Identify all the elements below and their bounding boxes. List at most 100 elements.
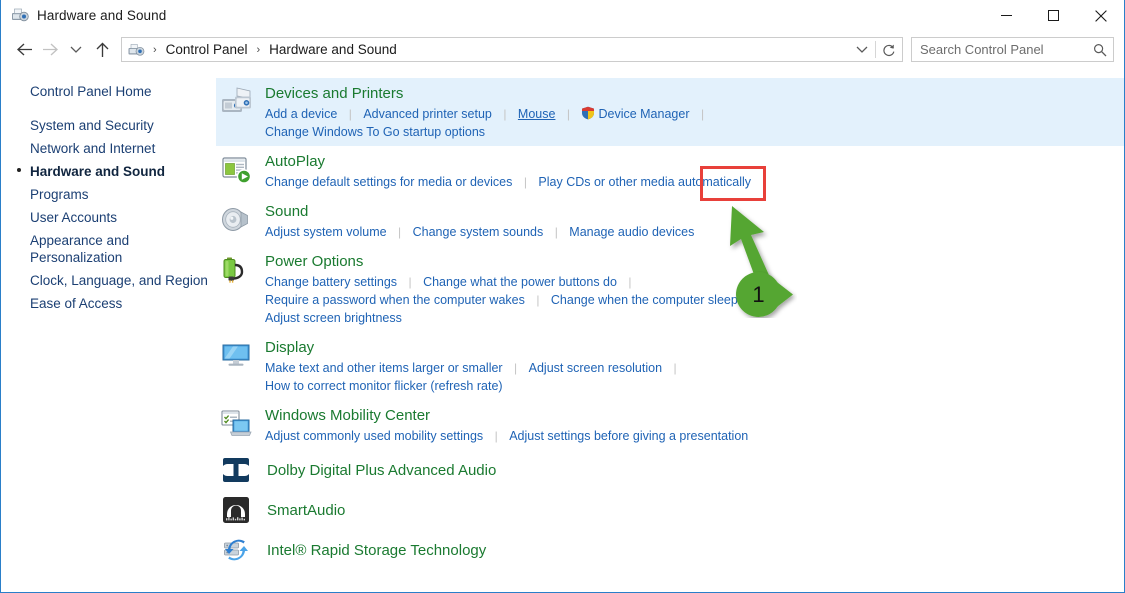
link-separator: | [621, 273, 638, 291]
category-links-row: Change battery settings | Change what th… [265, 273, 1124, 291]
smartaudio-headphones-icon [222, 496, 250, 524]
link-change-default-settings-for-media-or-devices[interactable]: Change default settings for media or dev… [265, 175, 512, 189]
window-icon [11, 6, 29, 24]
address-bar[interactable]: › Control Panel › Hardware and Sound [121, 37, 903, 62]
forward-button[interactable] [37, 37, 63, 63]
sidebar-item-user-accounts[interactable]: User Accounts [1, 206, 216, 229]
breadcrumb-item-control-panel[interactable]: Control Panel [164, 42, 250, 57]
link-adjust-system-volume[interactable]: Adjust system volume [265, 225, 387, 239]
link-advanced-printer-setup[interactable]: Advanced printer setup [363, 107, 492, 121]
sidebar-item-system-and-security[interactable]: System and Security [1, 114, 216, 137]
refresh-button[interactable] [876, 38, 902, 61]
link-separator: | [342, 105, 359, 123]
sidebar-item-clock-language-and-region[interactable]: Clock, Language, and Region [1, 269, 216, 292]
uac-shield-icon [581, 106, 595, 120]
category-title[interactable]: Intel® Rapid Storage Technology [267, 541, 486, 560]
link-make-text-and-other-items-larger-or-smaller[interactable]: Make text and other items larger or smal… [265, 361, 503, 375]
minimize-button[interactable] [983, 0, 1030, 31]
dolby-icon [222, 456, 250, 484]
category-title[interactable]: Windows Mobility Center [265, 406, 430, 425]
link-mouse[interactable]: Mouse [518, 107, 556, 121]
category-dolby-digital-plus-advanced-audio[interactable]: Dolby Digital Plus Advanced Audio [216, 450, 1124, 490]
link-change-when-the-computer-sleeps[interactable]: Change when the computer sleeps [551, 293, 744, 307]
link-adjust-settings-before-giving-a-presentation[interactable]: Adjust settings before giving a presenta… [509, 429, 748, 443]
category-links-row: Change default settings for media or dev… [265, 173, 1124, 191]
link-separator: | [391, 223, 408, 241]
category-links-row: Adjust commonly used mobility settings |… [265, 427, 1124, 445]
category-sound[interactable]: Sound Adjust system volume | Change syst… [216, 196, 1124, 246]
search-icon [1087, 43, 1113, 57]
link-add-a-device[interactable]: Add a device [265, 107, 337, 121]
link-change-what-the-power-buttons-do[interactable]: Change what the power buttons do [423, 275, 617, 289]
back-button[interactable] [11, 37, 37, 63]
sidebar-item-ease-of-access[interactable]: Ease of Access [1, 292, 216, 315]
link-adjust-screen-resolution[interactable]: Adjust screen resolution [529, 361, 662, 375]
link-manage-audio-devices[interactable]: Manage audio devices [569, 225, 694, 239]
category-display[interactable]: Display Make text and other items larger… [216, 332, 1124, 400]
link-change-system-sounds[interactable]: Change system sounds [413, 225, 544, 239]
sidebar-item-hardware-and-sound[interactable]: Hardware and Sound [1, 160, 216, 183]
category-power-options[interactable]: Power Options Change battery settings | … [216, 246, 1124, 332]
category-smartaudio[interactable]: SmartAudio [216, 490, 1124, 530]
category-title[interactable]: Dolby Digital Plus Advanced Audio [267, 461, 496, 480]
category-body: Devices and Printers Add a device | Adva… [265, 83, 1124, 141]
search-input[interactable]: Search Control Panel [912, 42, 1087, 57]
close-button[interactable] [1077, 0, 1124, 31]
category-title[interactable]: Sound [265, 202, 308, 221]
control-panel-window: Hardware and Sound [0, 0, 1125, 593]
category-autoplay[interactable]: AutoPlay Change default settings for med… [216, 146, 1124, 196]
category-body: Windows Mobility Center Adjust commonly … [265, 405, 1124, 445]
link-separator: | [560, 105, 577, 123]
category-list: Devices and Printers Add a device | Adva… [216, 68, 1124, 591]
category-intel-rapid-storage-technology[interactable]: Intel® Rapid Storage Technology [216, 530, 1124, 570]
link-separator: | [496, 105, 513, 123]
search-box[interactable]: Search Control Panel [911, 37, 1114, 62]
link-play-cds-or-other-media-automatically[interactable]: Play CDs or other media automatically [538, 175, 751, 189]
link-adjust-screen-brightness[interactable]: Adjust screen brightness [265, 311, 402, 325]
recent-locations-button[interactable] [63, 37, 89, 63]
sidebar-item-control-panel-home[interactable]: Control Panel Home [1, 80, 216, 103]
category-devices-and-printers[interactable]: Devices and Printers Add a device | Adva… [216, 78, 1124, 146]
printer-scanner-icon [220, 85, 253, 118]
maximize-button[interactable] [1030, 0, 1077, 31]
sidebar-item-appearance-and-personalization[interactable]: Appearance and Personalization [1, 229, 216, 269]
link-adjust-commonly-used-mobility-settings[interactable]: Adjust commonly used mobility settings [265, 429, 483, 443]
category-title[interactable]: AutoPlay [265, 152, 325, 171]
monitor-icon [220, 339, 253, 372]
mobility-center-icon [220, 407, 253, 440]
category-body: AutoPlay Change default settings for med… [265, 151, 1124, 191]
category-title[interactable]: Display [265, 338, 314, 357]
link-require-a-password-when-the-computer-wakes[interactable]: Require a password when the computer wak… [265, 293, 525, 307]
intel-rapid-storage-icon [222, 536, 250, 564]
category-body: Sound Adjust system volume | Change syst… [265, 201, 1124, 241]
battery-plug-icon [220, 253, 253, 286]
address-dropdown-button[interactable] [849, 38, 875, 61]
link-separator: | [488, 427, 505, 445]
category-links-row: Make text and other items larger or smal… [265, 359, 1124, 377]
link-separator: | [694, 105, 711, 123]
category-title[interactable]: Power Options [265, 252, 363, 271]
category-body: Power Options Change battery settings | … [265, 251, 1124, 327]
link-device-manager[interactable]: Device Manager [598, 107, 689, 121]
window-title: Hardware and Sound [37, 8, 166, 23]
category-title[interactable]: SmartAudio [267, 501, 345, 520]
category-windows-mobility-center[interactable]: Windows Mobility Center Adjust commonly … [216, 400, 1124, 450]
link-change-battery-settings[interactable]: Change battery settings [265, 275, 397, 289]
breadcrumb-separator: › [146, 44, 164, 56]
sidebar-item-programs[interactable]: Programs [1, 183, 216, 206]
up-button[interactable] [89, 37, 115, 63]
title-bar: Hardware and Sound [1, 0, 1124, 31]
breadcrumb-item-hardware-and-sound[interactable]: Hardware and Sound [267, 42, 399, 57]
category-title[interactable]: Devices and Printers [265, 84, 403, 103]
window-controls [983, 0, 1124, 31]
link-separator: | [517, 173, 534, 191]
window-body: Control Panel Home System and Security N… [1, 68, 1124, 591]
category-links-row: Require a password when the computer wak… [265, 291, 1124, 309]
category-links-row: Adjust system volume | Change system sou… [265, 223, 1124, 241]
link-separator: | [507, 359, 524, 377]
sidebar-item-network-and-internet[interactable]: Network and Internet [1, 137, 216, 160]
category-body: Dolby Digital Plus Advanced Audio [267, 460, 1124, 480]
link-how-to-correct-monitor-flicker[interactable]: How to correct monitor flicker (refresh … [265, 379, 503, 393]
link-change-windows-to-go-startup-options[interactable]: Change Windows To Go startup options [265, 125, 485, 139]
speaker-icon [220, 203, 253, 236]
